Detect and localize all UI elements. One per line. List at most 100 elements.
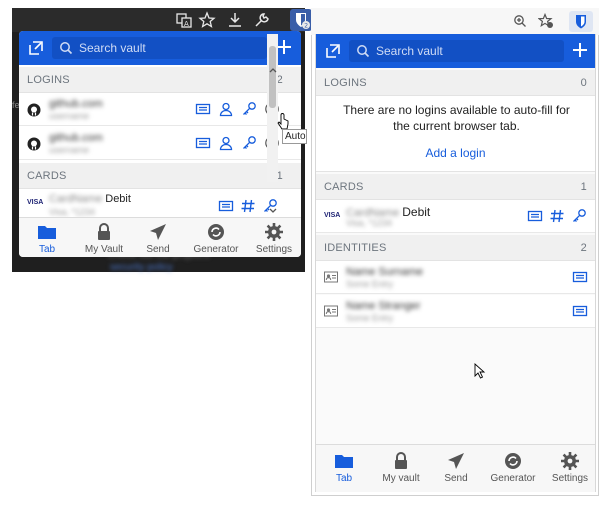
autofill-card-icon[interactable]	[195, 135, 211, 151]
search-input[interactable]: Search vault	[349, 40, 564, 62]
github-icon	[27, 103, 41, 117]
search-placeholder: Search vault	[376, 44, 443, 58]
card-item[interactable]: VISA CardName Debit Visa, *1234	[19, 189, 301, 217]
nav-label: Send	[146, 244, 170, 255]
nav-settings[interactable]: Settings	[251, 218, 297, 257]
lock-icon	[395, 452, 407, 469]
scroll-down-icon[interactable]	[269, 208, 277, 214]
bitwarden-icon[interactable]: 2	[290, 9, 312, 31]
arrow-cursor-icon	[474, 363, 486, 379]
identity-item[interactable]: Name Surname Some Entry	[316, 261, 595, 294]
bitwarden-extension-button[interactable]	[569, 11, 593, 32]
nav-label: Generator	[193, 244, 239, 255]
zoom-icon[interactable]	[513, 14, 527, 28]
download-icon[interactable]	[226, 11, 244, 29]
lock-icon	[98, 223, 110, 240]
login-title: github.com	[49, 132, 103, 144]
login-item[interactable]: github.com username	[19, 127, 301, 160]
section-count: 0	[580, 76, 587, 89]
nav-tab[interactable]: Tab	[23, 218, 71, 257]
copy-number-icon[interactable]	[240, 198, 256, 214]
copy-password-icon[interactable]	[241, 101, 257, 117]
autofill-card-icon[interactable]	[527, 208, 543, 224]
login-title: github.com	[49, 98, 103, 110]
copy-username-icon[interactable]	[218, 135, 234, 151]
nav-label: Tab	[335, 473, 353, 484]
nav-label: Settings	[551, 473, 589, 484]
section-count: 1	[580, 180, 587, 193]
empty-message: There are no logins available to auto-fi…	[343, 103, 570, 133]
search-icon	[357, 45, 370, 58]
logins-empty-panel: There are no logins available to auto-fi…	[316, 96, 595, 172]
svg-text:A: A	[184, 20, 189, 28]
scroll-up-icon[interactable]	[269, 67, 277, 73]
send-icon	[150, 224, 166, 240]
nav-label: My Vault	[84, 244, 124, 255]
star-add-icon[interactable]	[538, 13, 554, 29]
visa-brand-icon: VISA	[27, 199, 44, 206]
generator-icon	[208, 224, 224, 240]
logins-section-header: LOGINS 0	[316, 70, 595, 96]
login-subtitle: username	[49, 111, 90, 121]
nav-settings[interactable]: Settings	[548, 445, 592, 492]
nav-label: Send	[444, 473, 468, 484]
copy-username-icon[interactable]	[218, 101, 234, 117]
scrollbar-thumb[interactable]	[269, 46, 276, 108]
section-label: LOGINS	[324, 76, 367, 89]
nav-label: Settings	[255, 244, 293, 255]
svg-text:2: 2	[304, 23, 308, 30]
add-item-button[interactable]	[570, 40, 590, 60]
copy-number-icon[interactable]	[549, 208, 565, 224]
popout-icon[interactable]	[27, 39, 45, 57]
identity-item[interactable]: Name Stranger Some Entry	[316, 295, 595, 328]
plus-icon	[573, 43, 587, 57]
identity-title: Name Stranger	[346, 300, 421, 312]
nav-send[interactable]: Send	[436, 445, 476, 492]
left-extension-popup: Search vault LOGINS 2 github.com usernam…	[19, 31, 301, 257]
section-label: LOGINS	[27, 73, 70, 86]
popout-icon[interactable]	[324, 42, 342, 60]
background-page-link[interactable]: security policy	[110, 262, 173, 273]
card-subtitle: Visa, *1234	[49, 207, 95, 217]
cards-section-header: CARDS 1	[19, 163, 301, 189]
logins-section-header: LOGINS 2	[19, 67, 301, 93]
card-subtitle: Visa, *1234	[346, 218, 392, 228]
nav-generator[interactable]: Generator	[189, 218, 243, 257]
copy-password-icon[interactable]	[241, 135, 257, 151]
section-label: CARDS	[324, 180, 364, 193]
bottom-nav: Tab My Vault Send Generator Settings	[19, 217, 301, 257]
visa-brand-icon: VISA	[324, 212, 341, 219]
nav-tab[interactable]: Tab	[322, 445, 366, 492]
github-icon	[27, 137, 41, 151]
search-input[interactable]: Search vault	[52, 37, 267, 59]
nav-send[interactable]: Send	[137, 218, 179, 257]
autofill-card-icon[interactable]	[218, 198, 234, 214]
autofill-card-icon[interactable]	[572, 303, 588, 319]
nav-my-vault[interactable]: My Vault	[79, 218, 129, 257]
card-item[interactable]: VISA CardName Debit Visa, *1234	[316, 200, 595, 233]
popup-header: Search vault	[316, 34, 595, 68]
folder-icon	[335, 455, 353, 468]
login-subtitle: username	[49, 145, 90, 155]
bottom-nav: Tab My vault Send Generator Settings	[316, 444, 595, 492]
card-title: CardName Debit	[49, 193, 131, 205]
autofill-card-icon[interactable]	[195, 101, 211, 117]
section-count: 2	[580, 241, 587, 254]
translate-icon[interactable]: A	[175, 11, 193, 29]
section-label: CARDS	[27, 169, 67, 182]
id-card-icon	[324, 271, 338, 283]
autofill-card-icon[interactable]	[572, 269, 588, 285]
nav-generator[interactable]: Generator	[486, 445, 540, 492]
generator-icon	[505, 453, 521, 469]
popup-header: Search vault	[19, 31, 301, 65]
nav-label: Generator	[490, 473, 536, 484]
search-icon	[60, 42, 73, 55]
star-icon[interactable]	[198, 11, 216, 29]
wrench-icon[interactable]	[253, 11, 271, 29]
login-item[interactable]: github.com username	[19, 93, 301, 126]
identity-title: Name Surname	[346, 266, 424, 278]
copy-code-icon[interactable]	[571, 208, 587, 224]
nav-my-vault[interactable]: My vault	[376, 445, 426, 492]
add-login-link[interactable]: Add a login	[316, 146, 595, 160]
identity-subtitle: Some Entry	[346, 279, 394, 289]
